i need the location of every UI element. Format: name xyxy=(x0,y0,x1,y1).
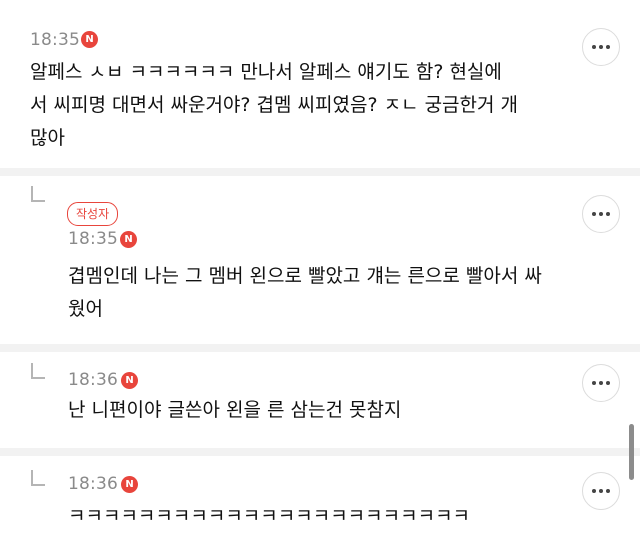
comment-text: 알페스 ㅅㅂ ㅋㅋㅋㅋㅋㅋ 만나서 알페스 얘기도 함? 현실에 서 씨피명 대… xyxy=(30,56,590,155)
dot-icon xyxy=(592,45,596,49)
dot-icon xyxy=(592,489,596,493)
dot-icon xyxy=(599,489,603,493)
reply-arrow-icon xyxy=(31,186,45,202)
comment-text: ㅋㅋㅋㅋㅋㅋㅋㅋㅋㅋㅋㅋㅋㅋㅋㅋㅋㅋㅋㅋㅋㅋㅋ xyxy=(68,500,608,533)
comment-3: 18:36 N 난 니편이야 글쓴아 왼을 른 삼는건 못참지 xyxy=(0,352,640,444)
scrollbar-thumb[interactable] xyxy=(629,424,634,480)
comment-text: 난 니편이야 글쓴아 왼을 른 삼는건 못참지 xyxy=(68,394,568,427)
dot-icon xyxy=(599,45,603,49)
comment-text-line: 웠어 xyxy=(68,298,103,320)
divider xyxy=(0,168,640,176)
comment-text-line: 난 니편이야 글쓴아 왼을 른 삼는건 못참지 xyxy=(68,399,402,421)
comment-time: 18:35 xyxy=(68,229,118,249)
more-options-button[interactable] xyxy=(582,364,620,402)
comment-time: 18:36 xyxy=(68,370,118,390)
new-badge-icon: N xyxy=(121,372,138,389)
author-badge: 작성자 xyxy=(67,202,119,226)
dot-icon xyxy=(599,381,603,385)
comment-4: 18:36 N ㅋㅋㅋㅋㅋㅋㅋㅋㅋㅋㅋㅋㅋㅋㅋㅋㅋㅋㅋㅋㅋㅋㅋ xyxy=(0,456,640,544)
dot-icon xyxy=(606,381,610,385)
comment-time: 18:36 xyxy=(68,474,118,494)
divider xyxy=(0,344,640,352)
comment-text-line: 알페스 ㅅㅂ ㅋㅋㅋㅋㅋㅋ 만나서 알페스 얘기도 함? 현실에 xyxy=(30,61,502,83)
more-options-button[interactable] xyxy=(582,195,620,233)
comment-text-line: 겹멤인데 나는 그 멤버 왼으로 빨았고 걔는 른으로 빨아서 싸 xyxy=(68,265,542,287)
dot-icon xyxy=(592,212,596,216)
comment-text: 겹멤인데 나는 그 멤버 왼으로 빨았고 걔는 른으로 빨아서 싸 웠어 xyxy=(68,260,608,326)
comment-2: 작성자 18:35 N 겹멤인데 나는 그 멤버 왼으로 빨았고 걔는 른으로 … xyxy=(0,176,640,340)
reply-arrow-icon xyxy=(31,363,45,379)
comment-text-line: ㅋㅋㅋㅋㅋㅋㅋㅋㅋㅋㅋㅋㅋㅋㅋㅋㅋㅋㅋㅋㅋㅋㅋ xyxy=(68,505,471,527)
dot-icon xyxy=(592,381,596,385)
dot-icon xyxy=(599,212,603,216)
new-badge-icon: N xyxy=(121,476,138,493)
new-badge-icon: N xyxy=(120,231,137,248)
reply-arrow-icon xyxy=(31,470,45,486)
dot-icon xyxy=(606,489,610,493)
dot-icon xyxy=(606,212,610,216)
comment-text-line: 서 씨피명 대면서 싸운거야? 겹멤 씨피였음? ㅈㄴ 궁금한거 개 xyxy=(30,94,519,116)
divider xyxy=(0,448,640,456)
new-badge-icon: N xyxy=(81,31,98,48)
comment-text-line: 많아 xyxy=(30,127,65,149)
dot-icon xyxy=(606,45,610,49)
comment-time: 18:35 xyxy=(30,30,80,50)
comment-1: 18:35 N 알페스 ㅅㅂ ㅋㅋㅋㅋㅋㅋ 만나서 알페스 얘기도 함? 현실에… xyxy=(0,0,640,160)
